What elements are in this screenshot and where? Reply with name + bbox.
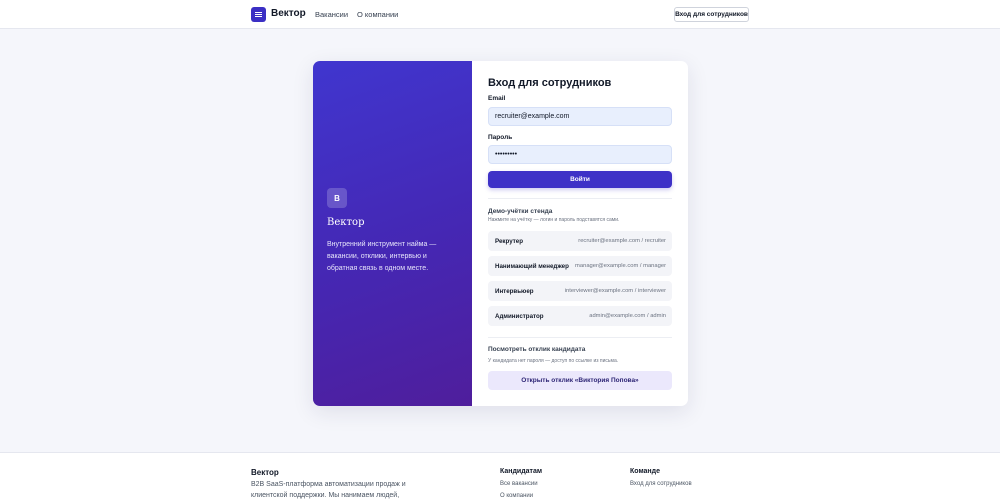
demo-account-recruiter[interactable]: Рекрутер recruiter@example.com / recruit… (488, 231, 672, 251)
open-candidate-response-button[interactable]: Открыть отклик «Виктория Попова» (488, 371, 672, 390)
account-credentials: manager@example.com / manager (575, 263, 666, 269)
password-field[interactable]: ••••••••• (488, 145, 672, 164)
nav-link-about[interactable]: О компании (357, 10, 398, 19)
login-form: Вход для сотрудников Email recruiter@exa… (488, 61, 672, 406)
top-navigation-bar: Вектор Вакансии О компании Вход для сотр… (0, 0, 1000, 29)
candidate-section-subtitle: У кандидата нет пароля — доступ по ссылк… (488, 358, 619, 364)
promo-panel: В Вектор Внутренний инструмент найма — в… (313, 61, 472, 406)
account-role: Нанимающий менеджер (495, 262, 569, 270)
account-role: Администратор (495, 312, 544, 320)
brand-badge: В (327, 188, 347, 208)
login-card: В Вектор Внутренний инструмент найма — в… (313, 61, 688, 406)
staff-login-button[interactable]: Вход для сотрудников (674, 7, 749, 22)
promo-description: Внутренний инструмент найма — вакансии, … (327, 241, 437, 272)
footer-brand: Вектор (251, 468, 279, 477)
footer-link-about[interactable]: О компании (500, 493, 533, 499)
account-role: Интервьюер (495, 287, 534, 295)
form-title: Вход для сотрудников (488, 77, 612, 89)
menu-lines-icon[interactable] (251, 7, 266, 22)
footer-link-staff-login[interactable]: Вход для сотрудников (630, 481, 692, 487)
demo-account-admin[interactable]: Администратор admin@example.com / admin (488, 306, 672, 326)
demo-accounts-title: Демо-учётки стенда (488, 208, 553, 215)
divider (488, 198, 672, 199)
footer: Вектор B2B SaaS-платформа автоматизации … (0, 452, 1000, 501)
demo-account-manager[interactable]: Нанимающий менеджер manager@example.com … (488, 256, 672, 276)
footer-candidates-heading: Кандидатам (500, 468, 543, 475)
account-credentials: admin@example.com / admin (589, 313, 666, 319)
password-label: Пароль (488, 134, 513, 141)
email-label: Email (488, 95, 506, 102)
brand-name[interactable]: Вектор (271, 8, 306, 19)
demo-account-interviewer[interactable]: Интервьюер interviewer@example.com / int… (488, 281, 672, 301)
footer-team-heading: Команде (630, 468, 660, 475)
divider (488, 337, 672, 338)
footer-description: B2B SaaS-платформа автоматизации продаж … (251, 481, 406, 499)
demo-accounts-subtitle: Нажмите на учётку — логин и пароль подст… (488, 217, 620, 223)
account-credentials: recruiter@example.com / recruiter (578, 238, 666, 244)
email-field[interactable]: recruiter@example.com (488, 107, 672, 126)
account-role: Рекрутер (495, 237, 523, 245)
candidate-section-title: Посмотреть отклик кандидата (488, 346, 586, 353)
account-credentials: interviewer@example.com / interviewer (564, 288, 666, 294)
submit-button[interactable]: Войти (488, 171, 672, 188)
nav-link-vacancies[interactable]: Вакансии (315, 10, 348, 19)
footer-link-all-vacancies[interactable]: Все вакансии (500, 481, 538, 487)
promo-title: Вектор (327, 217, 365, 228)
